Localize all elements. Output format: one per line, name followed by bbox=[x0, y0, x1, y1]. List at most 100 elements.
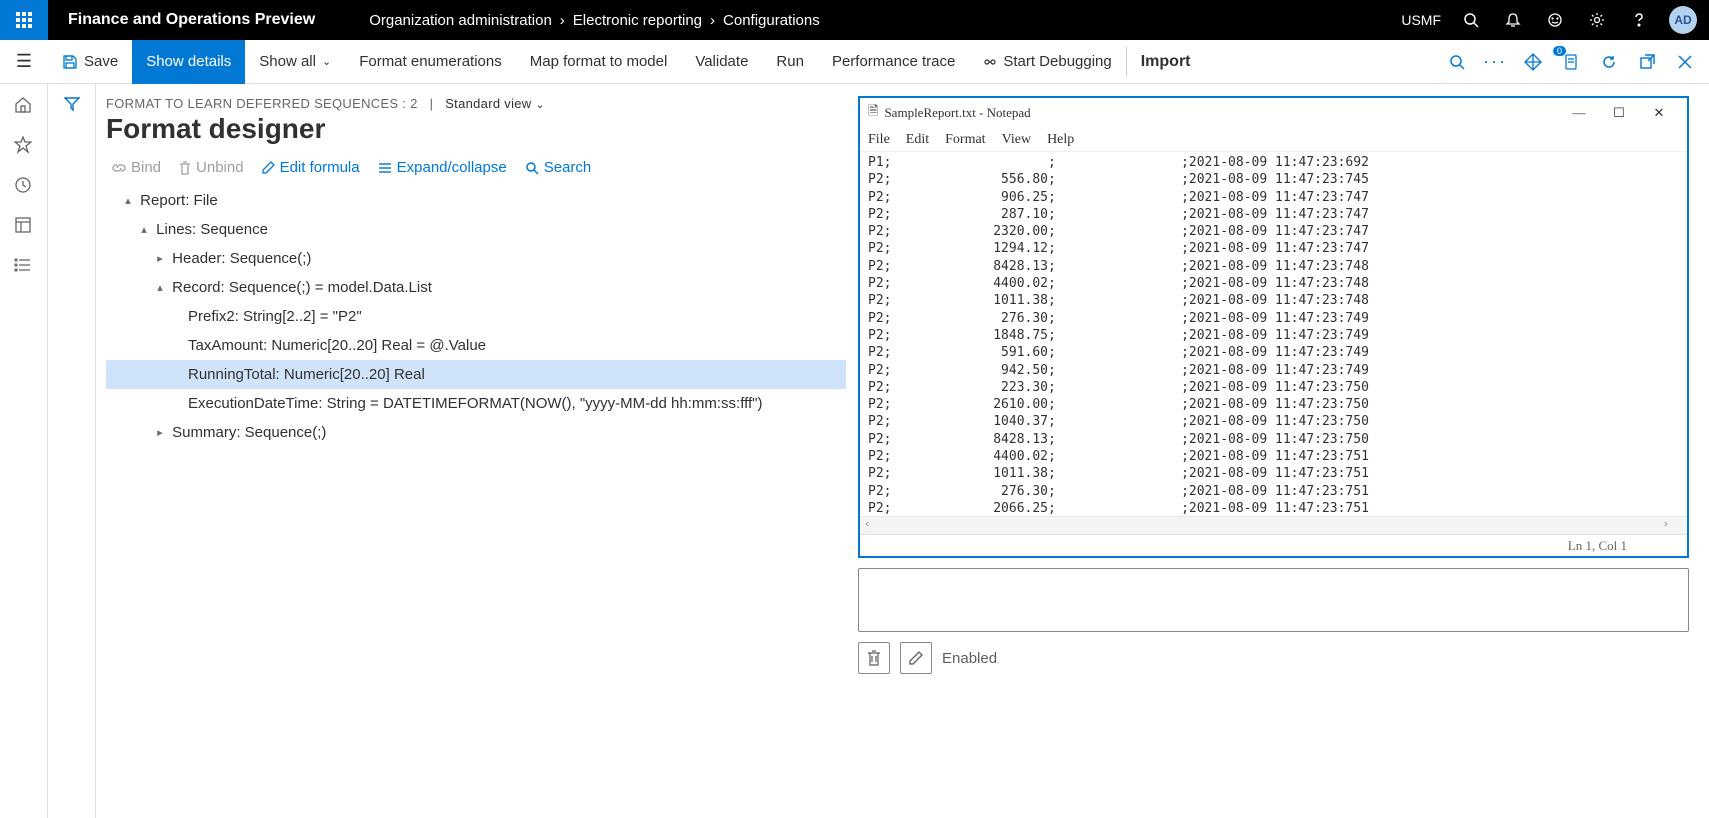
notepad-textarea[interactable]: P1; ; ;2021-08-09 11:47:23:692 P2; 556.8… bbox=[860, 152, 1687, 516]
popout-icon bbox=[1640, 54, 1655, 69]
nav-toggle-button[interactable]: ☰ bbox=[0, 40, 48, 84]
tree-node-execdatetime[interactable]: ExecutionDateTime: String = DATETIMEFORM… bbox=[106, 389, 846, 418]
popout-button[interactable] bbox=[1635, 50, 1659, 74]
left-nav-rail bbox=[0, 84, 48, 818]
bind-button[interactable]: Bind bbox=[112, 159, 161, 176]
modules-nav[interactable] bbox=[14, 256, 34, 276]
context-name: FORMAT TO LEARN DEFERRED SEQUENCES : 2 bbox=[106, 96, 418, 111]
validate-button[interactable]: Validate bbox=[681, 40, 762, 84]
filter-button[interactable] bbox=[64, 96, 80, 818]
right-pane: 🗎 SampleReport.txt - Notepad — ☐ ✕ File … bbox=[858, 96, 1689, 818]
close-icon bbox=[1678, 55, 1692, 69]
expand-icon[interactable]: ▸ bbox=[152, 252, 168, 265]
favorites-nav[interactable] bbox=[14, 136, 34, 156]
notepad-title: SampleReport.txt - Notepad bbox=[884, 105, 1030, 121]
breadcrumb: Organization administration › Electronic… bbox=[365, 12, 824, 29]
tree-node-summary[interactable]: ▸ Summary: Sequence(;) bbox=[106, 418, 846, 447]
waffle-icon bbox=[16, 12, 32, 28]
enabled-row: Enabled bbox=[858, 642, 1689, 674]
expand-icon[interactable]: ▸ bbox=[152, 426, 168, 439]
tree-node-header[interactable]: ▸ Header: Sequence(;) bbox=[106, 244, 846, 273]
app-launcher-button[interactable] bbox=[0, 0, 48, 40]
minimize-button[interactable]: — bbox=[1559, 105, 1599, 121]
settings-button[interactable] bbox=[1585, 8, 1609, 32]
crumb-er[interactable]: Electronic reporting bbox=[573, 12, 702, 29]
view-selector[interactable]: Standard view⌄ bbox=[445, 96, 545, 111]
show-details-button[interactable]: Show details bbox=[132, 40, 245, 84]
command-bar: ☰ Save Show details Show all⌄ Format enu… bbox=[0, 40, 1709, 84]
expand-collapse-button[interactable]: Expand/collapse bbox=[378, 159, 507, 176]
recent-nav[interactable] bbox=[14, 176, 34, 196]
menu-view[interactable]: View bbox=[1002, 132, 1031, 148]
trash-icon bbox=[867, 650, 881, 666]
close-button[interactable] bbox=[1673, 50, 1697, 74]
help-button[interactable] bbox=[1627, 8, 1651, 32]
trash-icon bbox=[179, 161, 191, 175]
import-button[interactable]: Import bbox=[1126, 47, 1205, 77]
menu-format[interactable]: Format bbox=[945, 132, 985, 148]
horizontal-scrollbar[interactable] bbox=[860, 516, 1687, 534]
find-button[interactable] bbox=[1445, 50, 1469, 74]
more-button[interactable]: ··· bbox=[1483, 50, 1507, 74]
debug-icon bbox=[983, 55, 997, 69]
run-button[interactable]: Run bbox=[762, 40, 818, 84]
workspace-icon bbox=[14, 216, 32, 234]
search-icon bbox=[1463, 12, 1479, 28]
list-icon bbox=[14, 256, 32, 274]
search-icon bbox=[1449, 54, 1465, 70]
notepad-menu: File Edit Format View Help bbox=[860, 128, 1687, 152]
format-enumerations-button[interactable]: Format enumerations bbox=[345, 40, 516, 84]
tree-node-runningtotal[interactable]: RunningTotal: Numeric[20..20] Real bbox=[106, 360, 846, 389]
user-avatar[interactable]: AD bbox=[1669, 6, 1697, 34]
collapse-icon[interactable]: ▴ bbox=[152, 281, 168, 294]
top-bar: Finance and Operations Preview Organizat… bbox=[0, 0, 1709, 40]
attachments-button[interactable]: 0 bbox=[1559, 50, 1583, 74]
collapse-icon[interactable]: ▴ bbox=[120, 194, 136, 207]
map-format-button[interactable]: Map format to model bbox=[516, 40, 682, 84]
unbind-button[interactable]: Unbind bbox=[179, 159, 244, 176]
edit-formula-button[interactable]: Edit formula bbox=[262, 159, 360, 176]
menu-help[interactable]: Help bbox=[1047, 132, 1074, 148]
company-picker[interactable]: USMF bbox=[1401, 12, 1441, 28]
search-button[interactable] bbox=[1459, 8, 1483, 32]
start-debugging-button[interactable]: Start Debugging bbox=[969, 40, 1125, 84]
pencil-icon bbox=[262, 161, 275, 174]
clock-icon bbox=[14, 176, 32, 194]
close-window-button[interactable]: ✕ bbox=[1639, 105, 1679, 121]
link-icon bbox=[112, 161, 126, 175]
top-right-controls: USMF AD bbox=[1401, 6, 1709, 34]
notepad-window: 🗎 SampleReport.txt - Notepad — ☐ ✕ File … bbox=[858, 96, 1689, 558]
notepad-statusbar: Ln 1, Col 1 bbox=[860, 534, 1687, 556]
feedback-button[interactable] bbox=[1543, 8, 1567, 32]
save-button[interactable]: Save bbox=[48, 40, 132, 84]
maximize-button[interactable]: ☐ bbox=[1599, 105, 1639, 121]
expand-icon bbox=[378, 162, 392, 174]
collapse-icon[interactable]: ▴ bbox=[136, 223, 152, 236]
performance-trace-button[interactable]: Performance trace bbox=[818, 40, 969, 84]
gear-icon bbox=[1589, 12, 1605, 28]
tree-search-button[interactable]: Search bbox=[525, 159, 592, 176]
help-icon bbox=[1631, 12, 1647, 28]
crumb-configs[interactable]: Configurations bbox=[723, 12, 820, 29]
designer-pane: FORMAT TO LEARN DEFERRED SEQUENCES : 2 |… bbox=[106, 96, 846, 818]
show-all-button[interactable]: Show all⌄ bbox=[245, 40, 345, 84]
tree-node-report[interactable]: ▴ Report: File bbox=[106, 186, 846, 215]
chevron-right-icon: › bbox=[710, 12, 715, 29]
notifications-button[interactable] bbox=[1501, 8, 1525, 32]
tree-node-taxamount[interactable]: TaxAmount: Numeric[20..20] Real = @.Valu… bbox=[106, 331, 846, 360]
tree-node-lines[interactable]: ▴ Lines: Sequence bbox=[106, 215, 846, 244]
home-nav[interactable] bbox=[14, 96, 34, 116]
tree-node-record[interactable]: ▴ Record: Sequence(;) = model.Data.List bbox=[106, 273, 846, 302]
edit-enabled-button[interactable] bbox=[900, 642, 932, 674]
crumb-org-admin[interactable]: Organization administration bbox=[369, 12, 552, 29]
office-addin-button[interactable] bbox=[1521, 50, 1545, 74]
menu-file[interactable]: File bbox=[868, 132, 890, 148]
workspaces-nav[interactable] bbox=[14, 216, 34, 236]
page-context: FORMAT TO LEARN DEFERRED SEQUENCES : 2 |… bbox=[106, 96, 846, 111]
menu-edit[interactable]: Edit bbox=[906, 132, 929, 148]
delete-formula-button[interactable] bbox=[858, 642, 890, 674]
refresh-button[interactable] bbox=[1597, 50, 1621, 74]
tree-node-prefix2[interactable]: Prefix2: String[2..2] = "P2" bbox=[106, 302, 846, 331]
formula-textarea[interactable] bbox=[858, 568, 1689, 632]
filter-icon bbox=[64, 96, 80, 112]
